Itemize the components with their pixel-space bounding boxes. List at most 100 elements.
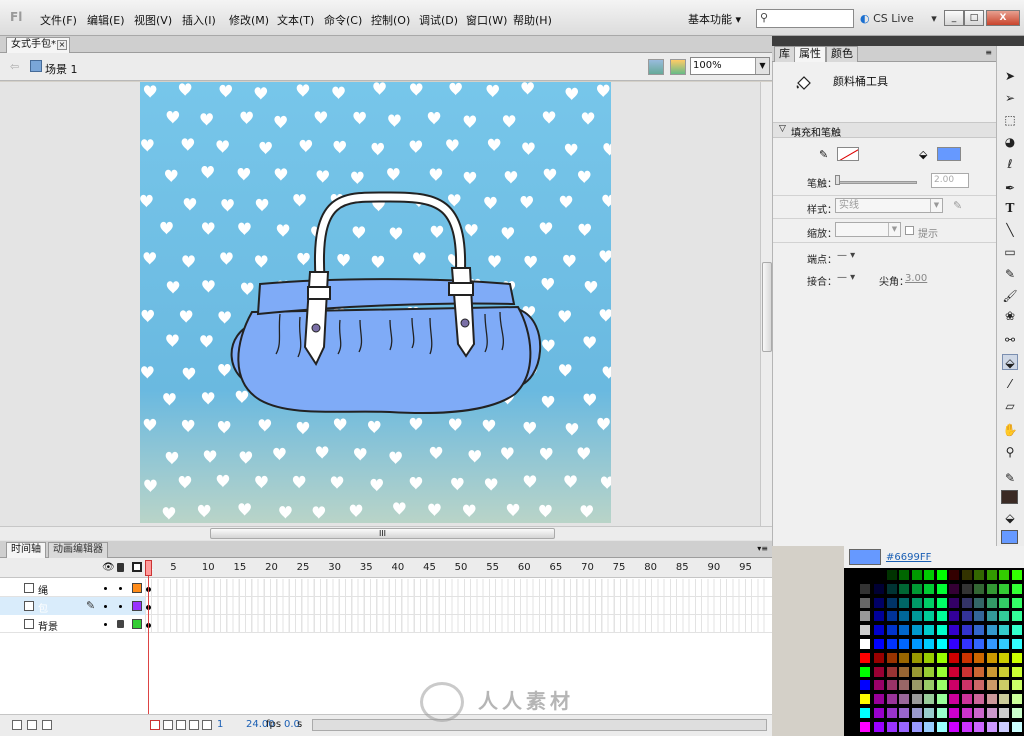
color-swatch[interactable] <box>899 694 910 706</box>
color-swatch[interactable] <box>874 625 885 637</box>
color-swatch[interactable] <box>936 583 948 595</box>
color-swatch[interactable] <box>924 680 935 692</box>
tab-properties[interactable]: 属性 <box>794 46 826 62</box>
menu-edit[interactable]: 编辑(E) <box>87 12 125 28</box>
color-swatch[interactable] <box>961 611 973 623</box>
color-swatch[interactable] <box>936 666 948 678</box>
color-swatch[interactable] <box>999 597 1010 609</box>
color-swatch[interactable] <box>999 625 1010 637</box>
color-swatch[interactable] <box>874 721 885 733</box>
panel-menu-icon[interactable]: ▾≡ <box>757 544 768 553</box>
restore-button[interactable]: □ <box>964 10 984 26</box>
color-swatch[interactable] <box>924 666 935 678</box>
color-swatch[interactable] <box>886 583 898 595</box>
color-swatch[interactable] <box>999 639 1010 650</box>
color-swatch[interactable] <box>886 597 898 609</box>
color-swatch[interactable] <box>986 708 998 719</box>
color-swatch[interactable] <box>874 666 885 678</box>
color-swatch[interactable] <box>986 680 998 692</box>
miter-value[interactable]: 3.00 <box>905 273 927 284</box>
paint-bucket-tool-icon[interactable]: ⬙ <box>1002 354 1018 370</box>
color-swatch[interactable] <box>899 680 910 692</box>
color-swatch[interactable] <box>911 694 923 706</box>
color-swatch[interactable] <box>936 680 948 692</box>
color-swatch[interactable] <box>936 611 948 623</box>
stroke-color-icon[interactable]: ✎ <box>1002 470 1018 486</box>
color-swatch[interactable] <box>999 680 1010 692</box>
menu-commands[interactable]: 命令(C) <box>324 12 362 28</box>
color-swatch[interactable] <box>899 611 910 623</box>
color-swatch[interactable] <box>886 652 898 664</box>
color-swatch[interactable] <box>886 611 898 623</box>
back-arrow-icon[interactable]: ⇦ <box>10 60 19 73</box>
color-swatch[interactable] <box>949 708 960 719</box>
color-swatch[interactable] <box>899 597 910 609</box>
color-swatch[interactable] <box>924 694 935 706</box>
playhead-handle[interactable] <box>145 560 152 576</box>
new-folder-icon[interactable] <box>27 720 37 730</box>
layer-name[interactable]: 背景 <box>38 618 58 633</box>
layer-frames[interactable] <box>145 615 770 633</box>
color-swatch[interactable] <box>899 639 910 650</box>
style-select[interactable]: 实线 ▼ <box>835 198 943 213</box>
eraser-tool-icon[interactable]: ▱ <box>1002 398 1018 414</box>
tab-motion-editor[interactable]: 动画编辑器 <box>48 542 108 558</box>
scroll-thumb[interactable] <box>762 262 772 352</box>
line-tool-icon[interactable]: ╲ <box>1002 222 1018 238</box>
color-swatch[interactable] <box>961 597 973 609</box>
close-tab-icon[interactable]: × <box>57 40 67 50</box>
color-swatch[interactable] <box>974 570 985 581</box>
color-swatch[interactable] <box>974 721 985 733</box>
layer-color-box[interactable] <box>132 601 142 611</box>
stage-horizontal-scrollbar[interactable]: III <box>0 526 772 540</box>
layer-row[interactable]: 绳 <box>0 579 772 597</box>
toolbar-collapse-bar[interactable] <box>996 36 1024 46</box>
color-swatch[interactable] <box>874 583 885 595</box>
color-swatch[interactable] <box>986 583 998 595</box>
color-swatch[interactable] <box>986 611 998 623</box>
menu-text[interactable]: 文本(T) <box>277 12 314 28</box>
cs-live-button[interactable]: ◐ CS Live ▾ <box>860 12 937 25</box>
color-swatch[interactable] <box>924 583 935 595</box>
fill-stroke-section-header[interactable]: ▽ 填充和笔触 <box>773 122 997 139</box>
color-swatch[interactable] <box>924 611 935 623</box>
fill-color-swatch[interactable] <box>937 147 961 161</box>
zoom-tool-icon[interactable]: ⚲ <box>1002 444 1018 460</box>
current-frame[interactable]: 1 <box>217 719 223 730</box>
color-swatch[interactable] <box>1011 680 1023 692</box>
menu-window[interactable]: 窗口(W) <box>466 12 507 28</box>
color-swatch[interactable] <box>999 721 1010 733</box>
new-layer-icon[interactable] <box>12 720 22 730</box>
menu-file[interactable]: 文件(F) <box>40 12 77 28</box>
color-swatch[interactable] <box>936 694 948 706</box>
color-swatch[interactable] <box>874 708 885 719</box>
color-swatch[interactable] <box>874 652 885 664</box>
bone-tool-icon[interactable]: ⚯ <box>1002 332 1018 348</box>
scale-select[interactable]: ▼ <box>835 222 901 237</box>
search-input[interactable]: ⚲ <box>756 9 854 28</box>
color-swatch[interactable] <box>986 666 998 678</box>
free-transform-tool-icon[interactable]: ⬚ <box>1002 112 1018 128</box>
layer-frames[interactable] <box>145 579 770 597</box>
color-swatch[interactable] <box>886 680 898 692</box>
close-button[interactable]: X <box>986 10 1020 26</box>
pencil-tool-icon[interactable]: ✎ <box>1002 266 1018 282</box>
color-swatch[interactable] <box>911 570 923 581</box>
color-swatch[interactable] <box>949 680 960 692</box>
color-swatch[interactable] <box>886 639 898 650</box>
color-swatch[interactable] <box>949 597 960 609</box>
tab-color[interactable]: 颜色 <box>826 46 858 62</box>
visibility-dot[interactable] <box>104 587 107 590</box>
color-swatch[interactable] <box>961 625 973 637</box>
stage-canvas[interactable] <box>140 82 611 523</box>
color-swatch[interactable] <box>961 694 973 706</box>
color-swatch[interactable] <box>999 666 1010 678</box>
outline-icon[interactable] <box>132 562 142 572</box>
menu-control[interactable]: 控制(O) <box>371 12 410 28</box>
join-select[interactable]: — ▾ <box>837 272 855 283</box>
color-swatch[interactable] <box>999 611 1010 623</box>
onion-markers-icon[interactable] <box>202 720 212 730</box>
color-swatch[interactable] <box>949 639 960 650</box>
playhead[interactable] <box>145 560 152 736</box>
lock-dot[interactable] <box>119 605 122 608</box>
